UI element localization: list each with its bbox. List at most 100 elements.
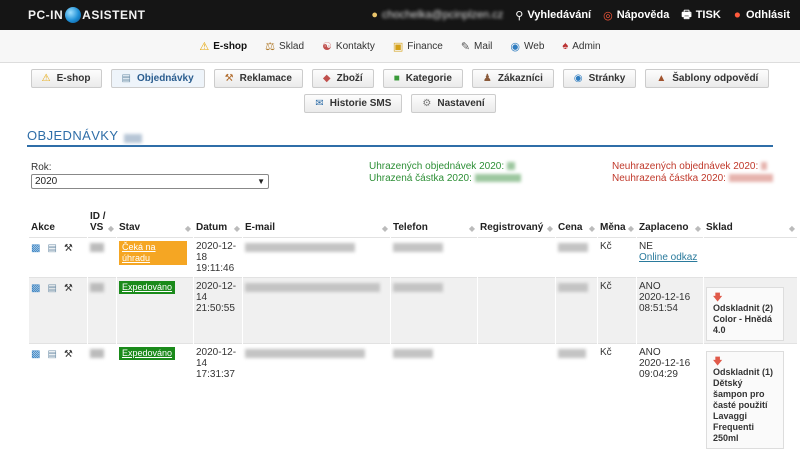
sort-icon: ◆	[546, 224, 553, 233]
table-row[interactable]: ▩ ▤ ⚒ Expedováno 2020-12-14 17:31:37 Kč …	[29, 343, 797, 451]
row-registered	[478, 237, 555, 277]
bell-icon: ⚠	[199, 40, 210, 53]
scales-icon: ⚖	[265, 40, 276, 53]
col-registrovany[interactable]: Registrovaný ◆	[478, 203, 555, 237]
main-nav: ⚠ E-shop ⚖ Sklad ☯ Kontakty ▣ Finance ✎ Mail …	[0, 30, 800, 63]
nav-admin-label: Admin	[572, 40, 601, 52]
logo-text-right: ASISTENT	[82, 8, 146, 22]
sort-icon: ◆	[381, 224, 388, 233]
unstock-label: Odskladnit (2) Color - Hnědá 4.0	[713, 303, 774, 335]
col-stav[interactable]: Stav ◆	[117, 203, 193, 237]
col-email[interactable]: E-mail ◆	[243, 203, 390, 237]
row-actions: ▩ ▤ ⚒	[29, 277, 87, 343]
nav-kontakty-label: Kontakty	[335, 40, 375, 52]
status-badge[interactable]: Čeká na úhradu	[119, 241, 187, 265]
logout-link[interactable]: ⚫ Odhlásit	[733, 9, 790, 22]
subnav-zakaznici-label: Zákazníci	[497, 73, 543, 84]
nav-sklad[interactable]: ⚖ Sklad	[265, 40, 304, 53]
col-datum[interactable]: Datum ◆	[194, 203, 242, 237]
row-id[interactable]	[88, 343, 116, 451]
online-link[interactable]: Online odkaz	[639, 252, 701, 263]
subnav-nastaveni-label: Nastavení	[437, 98, 485, 109]
document-icon[interactable]: ▤	[47, 349, 56, 360]
print-link[interactable]: 🖶 TISK	[681, 6, 720, 25]
unpaid-stats: Neuhrazených objednávek 2020: Neuhrazená…	[612, 161, 773, 185]
subnav-historie-sms[interactable]: ✉ Historie SMS	[304, 94, 403, 113]
status-badge[interactable]: Expedováno	[119, 347, 176, 360]
paid-value: ANO	[639, 347, 661, 358]
row-phone	[391, 343, 477, 451]
account-info: ● chochelka@pcinplzen.cz	[371, 9, 503, 21]
nav-web[interactable]: ◉ Web	[510, 40, 544, 53]
chevron-down-icon: ▼	[257, 177, 265, 186]
document-icon[interactable]: ▤	[47, 283, 56, 294]
row-price	[556, 237, 597, 277]
subnav-sablony[interactable]: ▲ Šablony odpovědí	[645, 69, 770, 88]
pages-icon: ◉	[573, 73, 583, 84]
subnav-stranky[interactable]: ◉ Stránky	[562, 69, 637, 88]
subnav-reklamace[interactable]: ⚒ Reklamace	[213, 69, 303, 88]
tools-icon[interactable]: ⚒	[64, 243, 73, 254]
email-redacted	[245, 283, 380, 292]
nav-admin[interactable]: ♠ Admin	[562, 40, 600, 52]
sort-icon: ◆	[694, 224, 701, 233]
search-link[interactable]: ⚲ Vyhledávání	[515, 9, 591, 22]
table-row[interactable]: ▩ ▤ ⚒ Expedováno 2020-12-14 21:50:55 Kč …	[29, 277, 797, 343]
nav-sklad-label: Sklad	[279, 40, 305, 52]
col-mena[interactable]: Měna ◆	[598, 203, 636, 237]
nav-web-label: Web	[524, 40, 545, 52]
phone-redacted	[393, 349, 433, 358]
view-icon[interactable]: ▩	[31, 243, 40, 254]
view-icon[interactable]: ▩	[31, 283, 40, 294]
col-zaplaceno[interactable]: Zaplaceno ◆	[637, 203, 703, 237]
top-bar: PC-IN ASISTENT ● chochelka@pcinplzen.cz …	[0, 0, 800, 30]
tools-icon[interactable]: ⚒	[64, 283, 73, 294]
paid-count-label: Uhrazených objednávek 2020:	[369, 161, 505, 172]
sort-icon: ◆	[788, 224, 795, 233]
tools-icon[interactable]: ⚒	[64, 349, 73, 360]
subnav-nastaveni[interactable]: ⚙ Nastavení	[411, 94, 496, 113]
col-sklad[interactable]: Sklad ◆	[704, 203, 797, 237]
subnav-eshop-label: E-shop	[56, 73, 91, 84]
subnav-zakaznici[interactable]: ♟ Zákazníci	[471, 69, 554, 88]
app-logo[interactable]: PC-IN ASISTENT	[28, 7, 146, 23]
paid-date: 2020-12-16 09:04:29	[639, 358, 691, 380]
print-icon: 🖶	[681, 8, 692, 21]
col-id[interactable]: ID / VS ◆	[88, 203, 116, 237]
sort-icon: ◆	[107, 224, 114, 233]
nav-kontakty[interactable]: ☯ Kontakty	[322, 40, 375, 53]
subnav-reklamace-label: Reklamace	[239, 73, 292, 84]
status-badge[interactable]: Expedováno	[119, 281, 176, 294]
help-link[interactable]: ◎ Nápověda	[603, 9, 669, 22]
arrow-down-icon: 🡇	[713, 356, 723, 366]
col-akce: Akce	[29, 203, 87, 237]
col-cena[interactable]: Cena ◆	[556, 203, 597, 237]
globe-icon: ◉	[510, 40, 520, 53]
logo-text-left: PC-IN	[28, 8, 64, 22]
orders-table: Akce ID / VS ◆ Stav ◆ Datum ◆ E-mail ◆ Telef…	[28, 203, 798, 451]
row-id[interactable]	[88, 277, 116, 343]
nav-finance[interactable]: ▣ Finance	[393, 40, 443, 53]
subnav-eshop[interactable]: ⚠ E-shop	[30, 69, 102, 88]
subnav-zbozi[interactable]: ◆ Zboží	[311, 69, 374, 88]
row-id[interactable]	[88, 237, 116, 277]
col-registrovany-label: Registrovaný	[480, 222, 544, 233]
unstock-button[interactable]: 🡇 Odskladnit (1) Dětský šampon pro časté…	[706, 351, 784, 449]
page-title: OBJEDNÁVKY	[27, 128, 773, 147]
nav-eshop[interactable]: ⚠ E-shop	[199, 40, 247, 53]
subnav-objednavky[interactable]: ▤ Objednávky	[110, 69, 205, 88]
subnav-kategorie[interactable]: ■ Kategorie	[382, 69, 463, 88]
year-select[interactable]: 2020 ▼	[31, 174, 269, 189]
view-icon[interactable]: ▩	[31, 349, 40, 360]
nav-mail[interactable]: ✎ Mail	[461, 40, 493, 53]
table-row[interactable]: ▩ ▤ ⚒ Čeká na úhradu 2020-12-18 19:11:46…	[29, 237, 797, 277]
unstock-button[interactable]: 🡇 Odskladnit (2) Color - Hnědá 4.0	[706, 287, 784, 341]
sort-icon: ◆	[627, 224, 634, 233]
paid-value: NE	[639, 241, 653, 252]
col-telefon[interactable]: Telefon ◆	[391, 203, 477, 237]
help-icon: ◎	[603, 9, 613, 22]
row-status: Expedováno	[117, 343, 193, 451]
sort-icon: ◆	[233, 224, 240, 233]
row-stock	[704, 237, 797, 277]
document-icon[interactable]: ▤	[47, 243, 56, 254]
